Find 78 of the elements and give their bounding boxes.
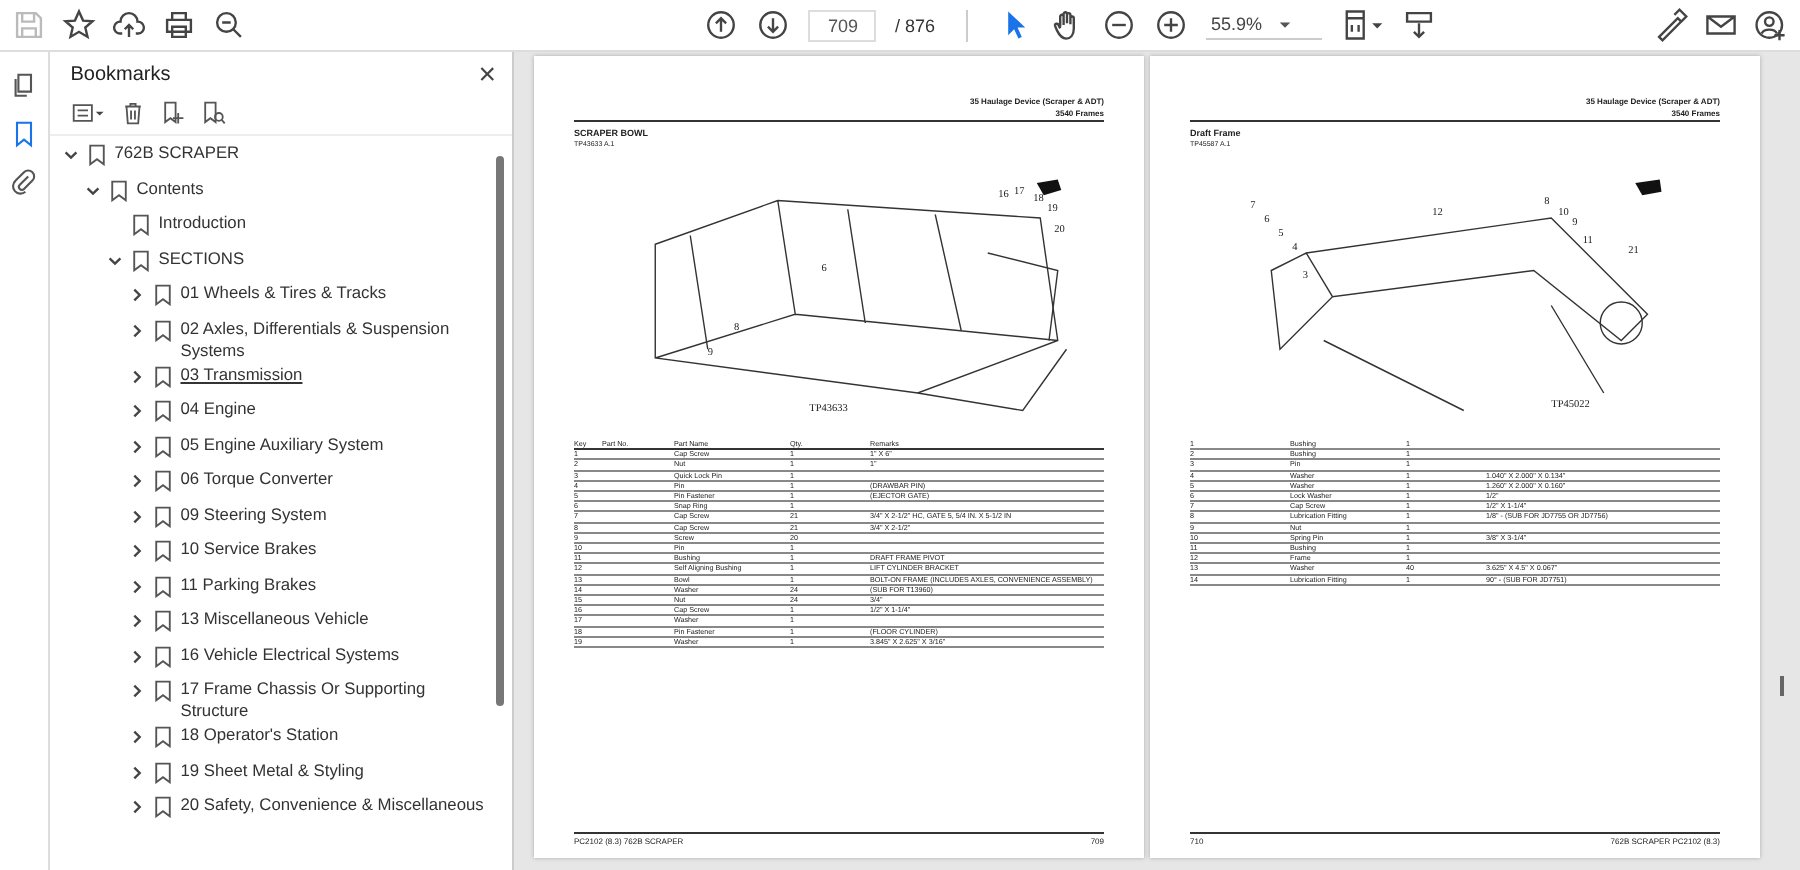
caret-icon[interactable] <box>128 507 147 525</box>
bookmark-icon <box>154 365 173 387</box>
caret-icon[interactable] <box>128 402 147 420</box>
trash-icon[interactable] <box>120 100 147 126</box>
sign-icon[interactable] <box>1654 8 1688 42</box>
zoom-in-icon[interactable] <box>1153 8 1188 42</box>
caret-icon[interactable] <box>128 798 147 816</box>
bookmark-item[interactable]: 02 Axles, Differentials & Suspension Systems <box>180 315 492 361</box>
caret-icon[interactable] <box>128 612 147 630</box>
bookmark-icon <box>154 435 173 457</box>
caret-icon[interactable] <box>128 321 147 339</box>
caret-icon[interactable] <box>62 146 81 164</box>
bookmark-item[interactable]: 03 Transmission <box>180 361 303 385</box>
previous-page-icon[interactable] <box>704 8 739 42</box>
bookmark-item[interactable]: 01 Wheels & Tires & Tracks <box>180 280 387 304</box>
caret-icon[interactable] <box>128 286 147 304</box>
caret-icon <box>1278 17 1293 31</box>
bookmark-item[interactable]: 10 Service Brakes <box>180 536 317 560</box>
bookmark-icon <box>154 610 173 632</box>
close-button[interactable]: × <box>478 60 496 90</box>
bookmark-item[interactable]: Contents <box>136 175 204 199</box>
bookmark-icon <box>154 761 173 783</box>
bookmark-search-icon[interactable] <box>200 100 227 126</box>
zoom-out-icon[interactable] <box>1101 8 1136 42</box>
caret-icon[interactable] <box>128 577 147 595</box>
bookmark-item[interactable]: 20 Safety, Convenience & Miscellaneous <box>180 792 484 816</box>
options-icon[interactable] <box>70 100 107 126</box>
bookmark-icon <box>132 214 151 236</box>
bookmark-item[interactable]: 19 Sheet Metal & Styling <box>180 757 364 781</box>
print-icon[interactable] <box>162 8 196 42</box>
cloud-upload-icon[interactable] <box>112 8 146 42</box>
page-total: / 876 <box>894 15 936 35</box>
bookmark-icon <box>88 144 107 166</box>
bookmark-icon <box>154 540 173 562</box>
bookmark-item[interactable]: 762B SCRAPER <box>114 140 240 164</box>
bookmark-item[interactable]: SECTIONS <box>158 245 245 269</box>
bookmark-item[interactable]: 13 Miscellaneous Vehicle <box>180 606 369 630</box>
new-bookmark-icon[interactable] <box>160 100 187 126</box>
bookmark-item[interactable]: 06 Torque Converter <box>180 466 333 490</box>
bookmark-item[interactable]: 17 Frame Chassis Or Supporting Structure <box>180 676 492 722</box>
scrollbar-thumb[interactable] <box>496 156 504 706</box>
bookmark-icon <box>154 284 173 306</box>
account-icon[interactable] <box>1754 8 1788 42</box>
bookmark-item[interactable]: 04 Engine <box>180 396 256 420</box>
bookmark-icon <box>154 680 173 702</box>
bookmark-item[interactable]: 11 Parking Brakes <box>180 571 317 595</box>
caret-icon[interactable] <box>128 367 147 385</box>
bookmark-item[interactable]: 18 Operator's Station <box>180 722 339 746</box>
bookmark-icon <box>154 796 173 818</box>
caret-icon[interactable] <box>128 542 147 560</box>
bookmark-icon <box>154 400 173 422</box>
next-page-icon[interactable] <box>756 8 791 42</box>
zoom-dropdown[interactable]: 55.9% <box>1205 10 1322 40</box>
bookmark-item[interactable]: Introduction <box>158 210 246 234</box>
bookmark-icon <box>154 470 173 492</box>
bookmark-icon <box>132 249 151 271</box>
zoom-out-search-icon[interactable] <box>212 8 246 42</box>
caret-icon[interactable] <box>128 472 147 490</box>
bookmark-item[interactable]: 09 Steering System <box>180 501 327 525</box>
bookmark-item[interactable]: 05 Engine Auxiliary System <box>180 431 384 455</box>
star-icon[interactable] <box>62 8 96 42</box>
panel-title: Bookmarks <box>70 64 171 86</box>
bookmark-icon <box>154 726 173 748</box>
bookmark-icon <box>154 319 173 341</box>
bookmark-icon <box>154 505 173 527</box>
caret-icon[interactable] <box>128 728 147 746</box>
page-number-field[interactable]: 709 <box>808 9 877 41</box>
bookmark-icon <box>154 575 173 597</box>
caret-icon[interactable] <box>128 763 147 781</box>
scrollbar-thumb[interactable] <box>1780 676 1784 696</box>
scroll-mode-icon[interactable] <box>1401 8 1436 42</box>
bookmark-icon <box>110 179 129 201</box>
caret-icon[interactable] <box>128 437 147 455</box>
bookmark-item[interactable]: 16 Vehicle Electrical Systems <box>180 641 400 665</box>
paperclip-icon[interactable] <box>10 168 39 196</box>
bookmark-icon <box>154 645 173 667</box>
caret-icon[interactable] <box>128 647 147 665</box>
caret-icon[interactable] <box>128 682 147 700</box>
